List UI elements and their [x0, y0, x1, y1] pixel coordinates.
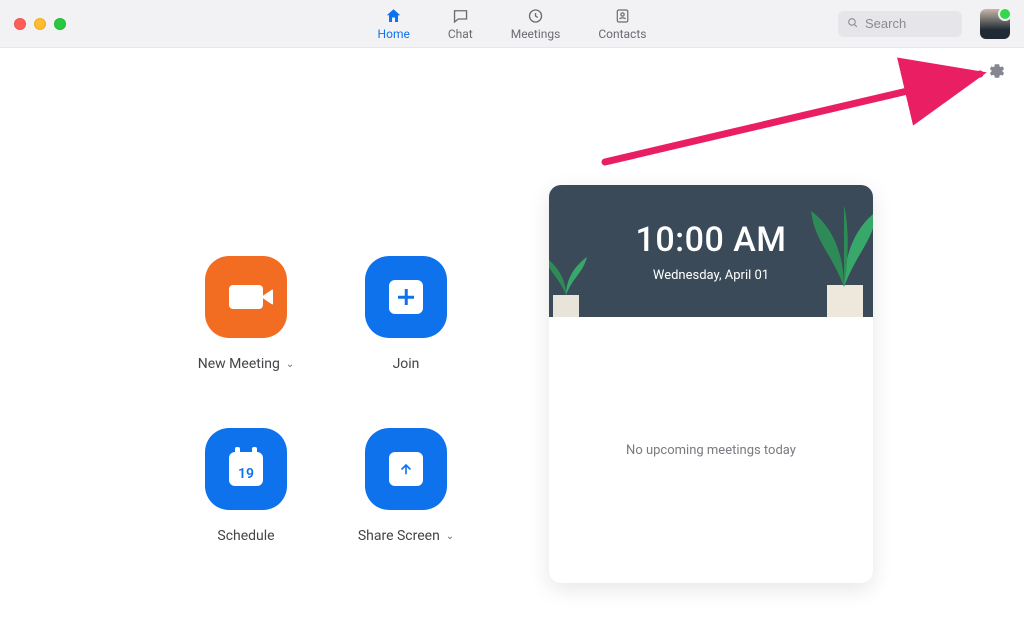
search-input[interactable] — [865, 16, 954, 31]
close-window-button[interactable] — [14, 18, 26, 30]
nav-tab-home[interactable]: Home — [378, 7, 410, 41]
decorative-plant-right — [809, 197, 873, 317]
nav-tab-label: Contacts — [598, 27, 646, 41]
contacts-icon — [613, 7, 631, 25]
chevron-down-icon[interactable]: ⌄ — [446, 531, 454, 542]
home-icon — [385, 7, 403, 25]
clock-icon — [527, 7, 545, 25]
new-meeting-label: New Meeting — [198, 356, 280, 372]
schedule-tile[interactable]: 19 Schedule — [176, 428, 316, 544]
tile-label: Join — [393, 356, 420, 372]
main-area: New Meeting ⌄ Join 19 Schedule — [0, 48, 1024, 634]
nav-tab-label: Home — [378, 27, 410, 41]
clock-header: 10:00 AM Wednesday, April 01 — [549, 185, 873, 317]
search-icon — [846, 14, 859, 33]
current-date: Wednesday, April 01 — [653, 268, 769, 283]
nav-tab-label: Chat — [448, 27, 473, 41]
tile-label: New Meeting ⌄ — [198, 356, 294, 372]
window-controls — [14, 18, 66, 30]
annotation-arrow — [600, 62, 1010, 182]
new-meeting-tile[interactable]: New Meeting ⌄ — [176, 256, 316, 372]
titlebar: Home Chat Meetings Contacts — [0, 0, 1024, 48]
schedule-label: Schedule — [217, 528, 274, 544]
decorative-plant-left — [549, 247, 591, 317]
join-tile[interactable]: Join — [336, 256, 476, 372]
nav-tab-meetings[interactable]: Meetings — [511, 7, 561, 41]
nav-tab-label: Meetings — [511, 27, 561, 41]
chat-icon — [451, 7, 469, 25]
share-screen-label: Share Screen — [358, 528, 440, 544]
search-box[interactable] — [838, 11, 962, 37]
settings-button[interactable] — [988, 62, 1006, 80]
current-time: 10:00 AM — [636, 220, 787, 260]
join-label: Join — [393, 356, 420, 372]
tile-label: Schedule — [217, 528, 274, 544]
quick-actions: New Meeting ⌄ Join 19 Schedule — [176, 256, 476, 544]
plus-icon — [365, 256, 447, 338]
nav-tab-chat[interactable]: Chat — [448, 7, 473, 41]
upcoming-body: No upcoming meetings today — [549, 317, 873, 583]
nav-tab-contacts[interactable]: Contacts — [598, 7, 646, 41]
share-icon — [365, 428, 447, 510]
gear-icon — [988, 62, 1006, 80]
maximize-window-button[interactable] — [54, 18, 66, 30]
calendar-day-number: 19 — [229, 466, 263, 482]
share-screen-tile[interactable]: Share Screen ⌄ — [336, 428, 476, 544]
chevron-down-icon[interactable]: ⌄ — [286, 359, 294, 370]
user-avatar[interactable] — [980, 9, 1010, 39]
video-icon — [205, 256, 287, 338]
minimize-window-button[interactable] — [34, 18, 46, 30]
empty-state-text: No upcoming meetings today — [626, 443, 796, 458]
top-nav: Home Chat Meetings Contacts — [378, 0, 647, 47]
calendar-icon: 19 — [205, 428, 287, 510]
upcoming-card: 10:00 AM Wednesday, April 01 No upcoming… — [549, 185, 873, 583]
tile-label: Share Screen ⌄ — [358, 528, 454, 544]
